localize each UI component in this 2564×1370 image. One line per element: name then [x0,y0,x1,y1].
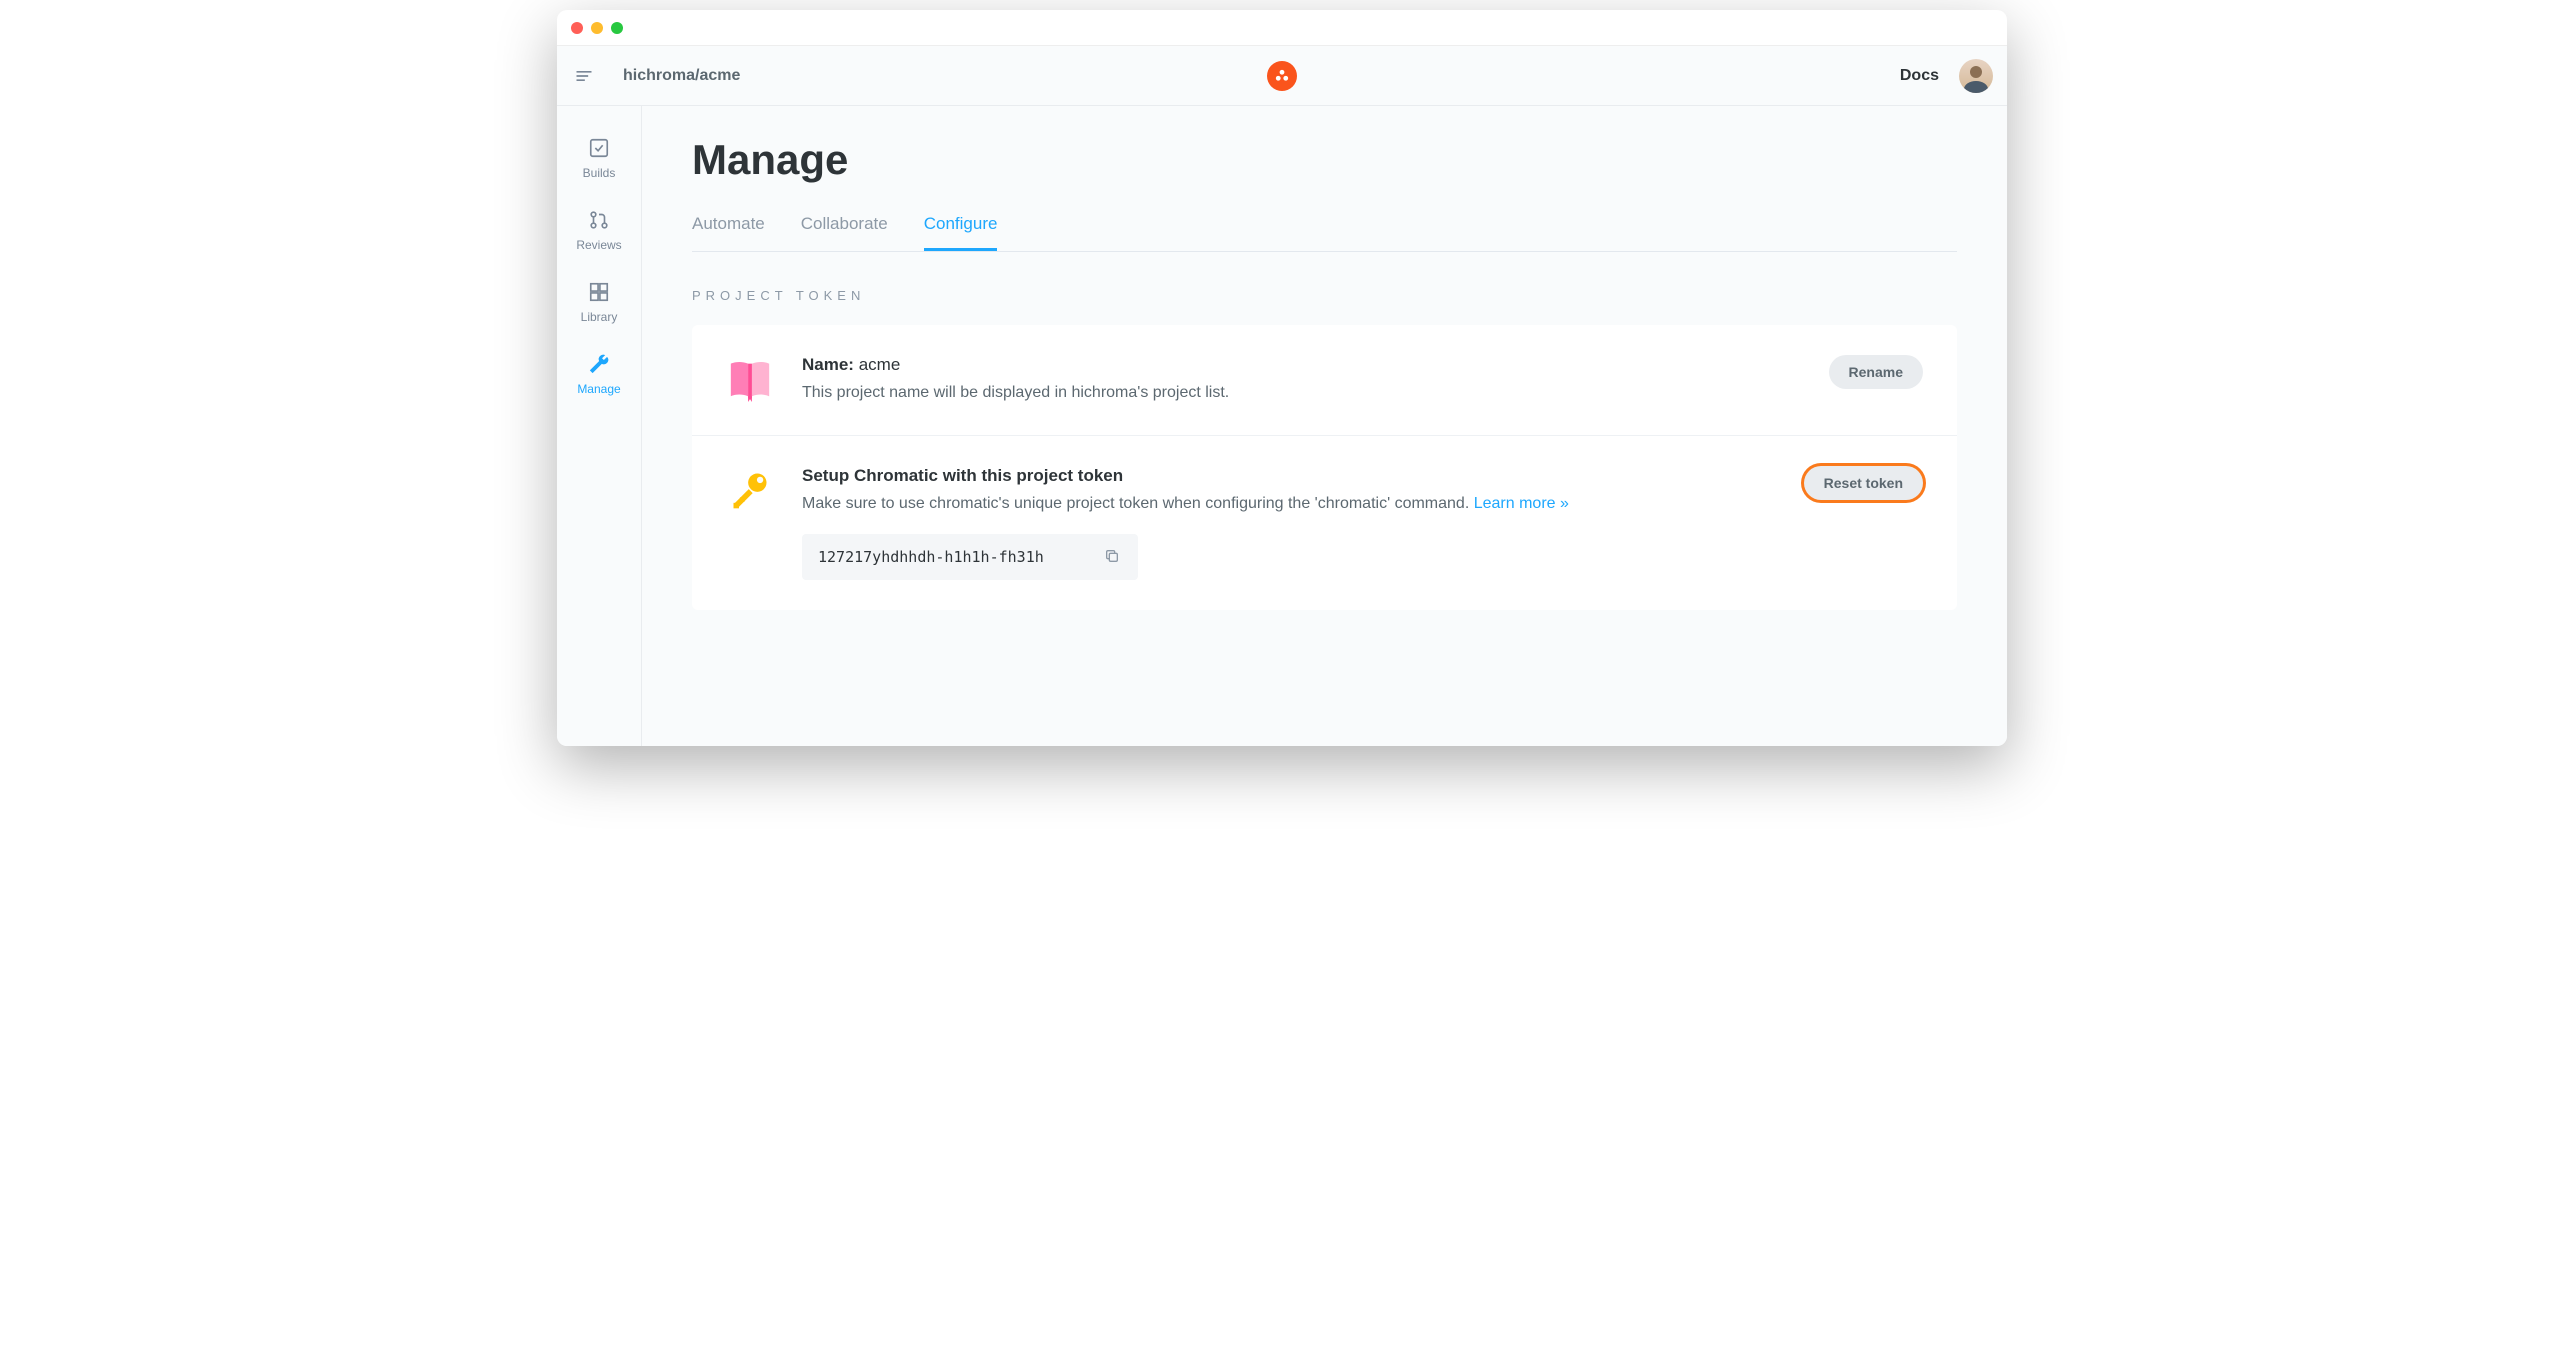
app-window: hichroma/acme Docs Builds Reviews [557,10,2007,746]
project-token-row: Setup Chromatic with this project token … [692,436,1957,610]
key-icon [726,466,774,514]
section-label: PROJECT TOKEN [692,288,1957,303]
project-name-description: This project name will be displayed in h… [802,381,1829,405]
maximize-window-button[interactable] [611,22,623,34]
chromatic-logo-icon[interactable] [1267,61,1297,91]
tab-configure[interactable]: Configure [924,214,998,251]
sidebar-item-label: Reviews [576,238,621,252]
minimize-window-button[interactable] [591,22,603,34]
token-value: 127217yhdhhdh-h1h1h-fh31h [818,548,1044,566]
top-bar: hichroma/acme Docs [557,46,2007,106]
token-code-box: 127217yhdhhdh-h1h1h-fh31h [802,534,1138,580]
tab-collaborate[interactable]: Collaborate [801,214,888,251]
close-window-button[interactable] [571,22,583,34]
project-name-title: Name: acme [802,355,1829,375]
window-titlebar [557,10,2007,46]
project-name-row: Name: acme This project name will be dis… [692,325,1957,436]
copy-icon[interactable] [1104,548,1122,566]
grid-icon [587,280,611,304]
name-label: Name: [802,355,854,374]
sidebar-item-builds[interactable]: Builds [583,136,616,180]
tab-bar: Automate Collaborate Configure [692,214,1957,252]
sidebar-item-label: Library [581,310,618,324]
sidebar: Builds Reviews Library Manage [557,106,642,746]
token-description-text: Make sure to use chromatic's unique proj… [802,495,1474,512]
breadcrumb[interactable]: hichroma/acme [623,67,740,85]
reset-token-button[interactable]: Reset token [1804,466,1923,500]
sidebar-item-label: Manage [577,382,620,396]
menu-icon[interactable] [571,63,597,89]
main-content: Manage Automate Collaborate Configure PR… [642,106,2007,746]
checkbox-icon [587,136,611,160]
token-title: Setup Chromatic with this project token [802,466,1804,486]
project-name-value: acme [859,355,901,374]
project-token-card: Name: acme This project name will be dis… [692,325,1957,610]
rename-button[interactable]: Rename [1829,355,1923,389]
sidebar-item-manage[interactable]: Manage [577,352,620,396]
wrench-icon [587,352,611,376]
body: Builds Reviews Library Manage [557,106,2007,746]
sidebar-item-reviews[interactable]: Reviews [576,208,621,252]
docs-link[interactable]: Docs [1900,67,1939,85]
pull-request-icon [587,208,611,232]
page-title: Manage [692,136,1957,184]
book-icon [726,355,774,403]
learn-more-link[interactable]: Learn more » [1474,495,1569,512]
sidebar-item-library[interactable]: Library [581,280,618,324]
tab-automate[interactable]: Automate [692,214,765,251]
avatar[interactable] [1959,59,1993,93]
token-description: Make sure to use chromatic's unique proj… [802,492,1804,516]
sidebar-item-label: Builds [583,166,616,180]
